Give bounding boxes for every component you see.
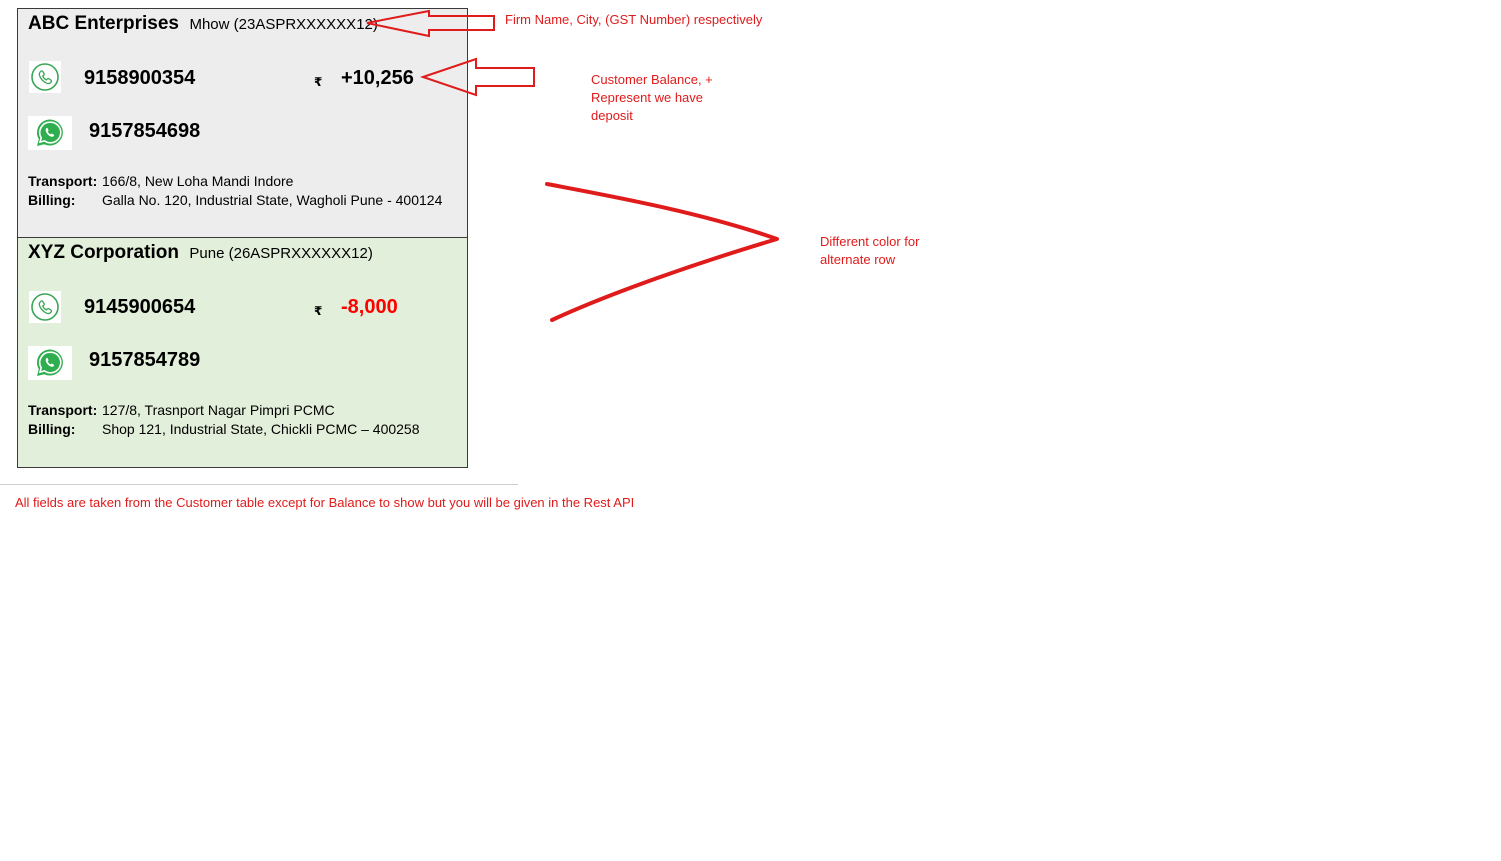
customer-balance: +10,256 [341,67,414,89]
alternate-row-note: Different color for alternate row [820,233,919,269]
whatsapp-icon[interactable] [28,116,72,150]
billing-address: Billing: Galla No. 120, Industrial State,… [28,192,442,208]
firm-note: Firm Name, City, (GST Number) respective… [505,12,763,27]
billing-label: Billing: [28,192,76,208]
whatsapp-number[interactable]: 9157854789 [89,349,200,372]
currency-symbol: ₹ [314,75,323,89]
alternate-row-note-line: alternate row [820,252,896,267]
customer-card-abc[interactable]: ABC Enterprises Mhow (23ASPRXXXXXX12) 91… [17,8,468,238]
transport-label: Transport: [28,402,98,418]
firm-name: ABC Enterprises [28,13,179,34]
whatsapp-icon[interactable] [28,346,72,380]
alternate-row-note-line: Different color for [820,234,920,249]
transport-address: Transport: 127/8, Trasnport Nagar Pimpri … [28,402,335,418]
transport-value: 127/8, Trasnport Nagar Pimpri PCMC [102,402,335,418]
firm-header: ABC Enterprises Mhow (23ASPRXXXXXX12) [28,13,378,35]
divider [0,484,518,485]
firm-city-gst: Pune (26ASPRXXXXXX12) [189,245,373,262]
balance-note: Customer Balance, + Represent we have de… [591,71,713,125]
billing-label: Billing: [28,421,76,437]
billing-value: Shop 121, Industrial State, Chickli PCMC… [102,421,420,437]
firm-city-gst: Mhow (23ASPRXXXXXX12) [189,16,378,33]
phone-number[interactable]: 9145900654 [84,296,195,319]
transport-label: Transport: [28,173,98,189]
currency-symbol: ₹ [314,304,323,318]
firm-name: XYZ Corporation [28,242,179,263]
transport-address: Transport: 166/8, New Loha Mandi Indore [28,173,293,189]
billing-address: Billing: Shop 121, Industrial State, Chic… [28,421,420,437]
phone-icon[interactable] [29,61,61,93]
billing-value: Galla No. 120, Industrial State, Wagholi… [102,192,443,208]
whatsapp-number[interactable]: 9157854698 [89,120,200,143]
balance-note-line: Represent we have [591,90,704,105]
phone-icon[interactable] [29,291,61,323]
firm-header: XYZ Corporation Pune (26ASPRXXXXXX12) [28,242,373,264]
customer-card-xyz[interactable]: XYZ Corporation Pune (26ASPRXXXXXX12) 91… [17,237,468,468]
alternate-row-chevron [545,182,779,322]
customer-balance: -8,000 [341,296,398,318]
transport-value: 166/8, New Loha Mandi Indore [102,173,294,189]
footer-note: All fields are taken from the Customer t… [15,495,635,510]
phone-number[interactable]: 9158900354 [84,67,195,90]
balance-note-line: Customer Balance, + [591,72,713,87]
balance-note-line: deposit [591,108,633,123]
